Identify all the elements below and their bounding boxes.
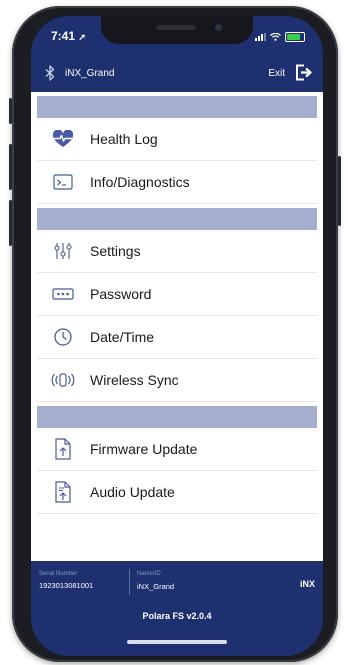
menu-item-label: Firmware Update xyxy=(90,441,198,457)
status-time-text: 7:41 xyxy=(51,29,76,43)
clock-icon xyxy=(50,327,76,347)
menu-item-label: Wireless Sync xyxy=(90,372,179,388)
exit-button[interactable]: Exit xyxy=(268,68,285,79)
location-arrow-icon: ➚ xyxy=(78,32,86,42)
heart-pulse-icon xyxy=(50,129,76,149)
section-header xyxy=(37,208,317,230)
menu-item-label: Date/Time xyxy=(90,329,155,345)
settings-menu: Health Log Info/Diagnostics Settings Pas… xyxy=(31,92,323,561)
power-button xyxy=(338,156,341,226)
menu-item-health-log[interactable]: Health Log xyxy=(37,118,317,161)
menu-item-settings[interactable]: Settings xyxy=(37,230,317,273)
volume-down-button xyxy=(9,200,12,246)
menu-item-info-diagnostics[interactable]: Info/Diagnostics xyxy=(37,161,317,204)
sliders-icon xyxy=(50,241,76,261)
app-version: Polara FS v2.0.4 xyxy=(142,611,212,621)
battery-icon xyxy=(285,32,305,42)
menu-item-label: Password xyxy=(90,286,152,302)
speaker xyxy=(156,25,196,30)
terminal-icon xyxy=(50,172,76,192)
status-indicators xyxy=(255,32,305,42)
menu-item-audio-update[interactable]: Audio Update xyxy=(37,471,317,514)
wifi-icon xyxy=(270,33,281,41)
password-dots-icon xyxy=(50,284,76,304)
device-footer: Serial Number 1923013081001 Name/ID iNX_… xyxy=(31,561,323,656)
name-id-label: Name/ID xyxy=(137,571,161,577)
serial-number-label: Serial Number xyxy=(39,571,78,577)
mute-switch xyxy=(9,98,12,124)
serial-number-value: 1923013081001 xyxy=(39,581,94,590)
signal-icon xyxy=(255,33,266,41)
menu-item-label: Audio Update xyxy=(90,484,175,500)
footer-divider xyxy=(129,569,130,595)
menu-item-password[interactable]: Password xyxy=(37,273,317,316)
menu-item-wireless-sync[interactable]: Wireless Sync xyxy=(37,359,317,402)
firmware-file-icon xyxy=(50,438,76,460)
wireless-sync-icon xyxy=(50,370,76,390)
volume-up-button xyxy=(9,144,12,190)
menu-item-label: Info/Diagnostics xyxy=(90,174,190,190)
app-header: iNX_Grand Exit xyxy=(31,56,323,92)
front-camera xyxy=(215,24,222,31)
notch xyxy=(101,16,253,44)
menu-item-label: Health Log xyxy=(90,131,158,147)
exit-icon[interactable] xyxy=(295,64,313,81)
bluetooth-icon xyxy=(45,65,55,81)
app-screen: 7:41 ➚ iNX_Grand Exit Health Log Info/Di… xyxy=(31,16,323,656)
status-time: 7:41 ➚ xyxy=(51,29,86,43)
brand-label: iNX xyxy=(299,579,315,589)
menu-item-label: Settings xyxy=(90,243,141,259)
section-header xyxy=(37,96,317,118)
menu-item-firmware-update[interactable]: Firmware Update xyxy=(37,428,317,471)
menu-item-date-time[interactable]: Date/Time xyxy=(37,316,317,359)
section-header xyxy=(37,406,317,428)
name-id-value: iNX_Grand xyxy=(137,582,175,591)
home-indicator[interactable] xyxy=(127,640,227,644)
audio-file-icon xyxy=(50,481,76,503)
device-name: iNX_Grand xyxy=(65,68,115,79)
